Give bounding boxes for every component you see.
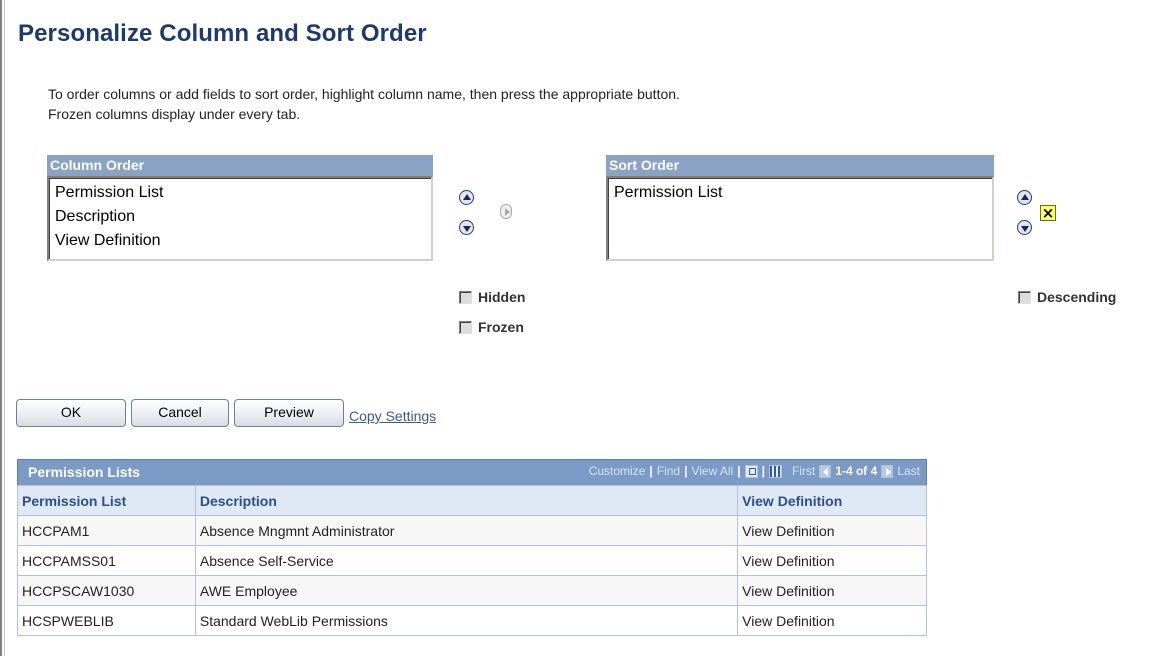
- description-cell: Absence Mngmnt Administrator: [194, 515, 739, 546]
- descending-checkbox[interactable]: [1018, 290, 1031, 304]
- nav-separator: |: [684, 464, 688, 478]
- page-title: Personalize Column and Sort Order: [18, 20, 427, 47]
- column-move-down-button[interactable]: [459, 220, 474, 235]
- instruction-line-2: Frozen columns display under every tab.: [48, 106, 301, 122]
- down-arrow-icon: [462, 225, 471, 232]
- grid-title: Permission Lists: [28, 464, 141, 480]
- nav-separator: |: [761, 464, 765, 478]
- column-order-item[interactable]: Permission List: [55, 181, 425, 205]
- find-link[interactable]: Find: [657, 464, 680, 478]
- description-cell: Absence Self-Service: [194, 545, 739, 576]
- remove-from-sort-button[interactable]: ×: [1040, 205, 1056, 221]
- left-border: [0, 0, 5, 656]
- last-link[interactable]: Last: [897, 464, 920, 478]
- instructions: To order columns or add fields to sort o…: [48, 84, 680, 124]
- spreadsheet-icon[interactable]: [768, 464, 782, 478]
- descending-label: Descending: [1037, 289, 1117, 305]
- view-definition-cell: View Definition: [737, 545, 927, 576]
- column-header-row: Permission List Description View Definit…: [17, 485, 927, 516]
- first-link[interactable]: First: [792, 464, 815, 478]
- table-row: HCSPWEBLIB Standard WebLib Permissions V…: [17, 605, 927, 636]
- column-header-permission-list[interactable]: Permission List: [17, 485, 196, 516]
- permission-lists-table: Permission List Description View Definit…: [17, 485, 927, 636]
- column-header-description[interactable]: Description: [194, 485, 739, 516]
- row-count: 1-4 of 4: [835, 464, 878, 478]
- grid-header-bar: Permission Lists Customize | Find | View…: [17, 459, 927, 485]
- column-order-listbox[interactable]: Permission List Description View Definit…: [47, 176, 433, 261]
- column-order-header: Column Order: [47, 155, 433, 176]
- column-order-item[interactable]: View Definition: [55, 229, 425, 253]
- view-definition-cell: View Definition: [737, 605, 927, 636]
- nav-separator: |: [737, 464, 741, 478]
- table-row: HCCPAMSS01 Absence Self-Service View Def…: [17, 545, 927, 576]
- column-move-up-button[interactable]: [459, 190, 474, 205]
- customize-link[interactable]: Customize: [589, 464, 646, 478]
- next-icon[interactable]: [881, 464, 894, 478]
- permission-list-cell: HCCPAMSS01: [17, 545, 196, 576]
- view-definition-cell: View Definition: [737, 515, 927, 546]
- close-icon: ×: [1041, 204, 1055, 222]
- ok-button[interactable]: OK: [16, 399, 126, 427]
- frozen-checkbox[interactable]: [459, 320, 472, 334]
- descending-option[interactable]: Descending: [1018, 289, 1116, 305]
- instruction-line-1: To order columns or add fields to sort o…: [48, 86, 680, 102]
- description-cell: Standard WebLib Permissions: [194, 605, 739, 636]
- view-definition-cell: View Definition: [737, 575, 927, 606]
- frozen-option[interactable]: Frozen: [459, 319, 524, 335]
- zoom-icon[interactable]: [744, 464, 758, 478]
- permission-list-cell: HCCPSCAW1030: [17, 575, 196, 606]
- column-header-view-definition[interactable]: View Definition: [737, 485, 927, 516]
- up-arrow-icon: [1020, 193, 1029, 200]
- hidden-checkbox[interactable]: [459, 290, 472, 304]
- description-cell: AWE Employee: [194, 575, 739, 606]
- add-to-sort-button[interactable]: [500, 204, 512, 219]
- table-row: HCCPAM1 Absence Mngmnt Administrator Vie…: [17, 515, 927, 546]
- up-arrow-icon: [462, 193, 471, 200]
- down-arrow-icon: [1020, 225, 1029, 232]
- permission-lists-grid: Permission Lists Customize | Find | View…: [17, 459, 927, 636]
- copy-settings-link[interactable]: Copy Settings: [349, 408, 436, 424]
- view-all-link[interactable]: View All: [691, 464, 733, 478]
- nav-separator: |: [649, 464, 653, 478]
- cancel-button[interactable]: Cancel: [131, 399, 229, 427]
- previous-icon[interactable]: [819, 464, 832, 478]
- frozen-label: Frozen: [478, 319, 524, 335]
- column-order-item[interactable]: Description: [55, 205, 425, 229]
- hidden-option[interactable]: Hidden: [459, 289, 525, 305]
- sort-order-header: Sort Order: [606, 155, 994, 176]
- grid-navigation: Customize | Find | View All | | First 1-…: [589, 464, 920, 478]
- sort-move-up-button[interactable]: [1017, 190, 1032, 205]
- permission-list-cell: HCCPAM1: [17, 515, 196, 546]
- right-arrow-icon: [504, 207, 510, 216]
- preview-button[interactable]: Preview: [234, 399, 344, 427]
- sort-order-item[interactable]: Permission List: [614, 181, 986, 205]
- sort-move-down-button[interactable]: [1017, 220, 1032, 235]
- hidden-label: Hidden: [478, 289, 526, 305]
- permission-list-cell: HCSPWEBLIB: [17, 605, 196, 636]
- sort-order-listbox[interactable]: Permission List: [606, 176, 994, 261]
- table-row: HCCPSCAW1030 AWE Employee View Definitio…: [17, 575, 927, 606]
